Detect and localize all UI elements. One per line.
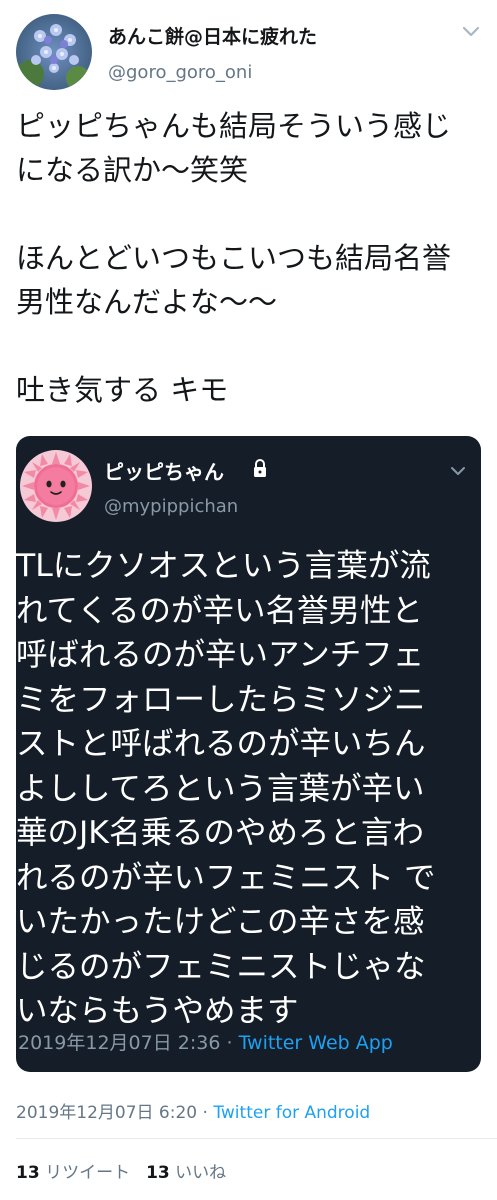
chevron-down-icon[interactable] bbox=[450, 466, 466, 476]
tweet-text-line: 吐き気する キモ bbox=[16, 373, 229, 407]
quoted-timestamp[interactable]: 2019年12月07日 2:36 bbox=[18, 1032, 220, 1054]
tweet-text-blank bbox=[16, 192, 486, 236]
tweet-text-line: ほんとどいつもこいつも結局名誉 bbox=[16, 241, 452, 275]
retweets-stat[interactable]: 13 リツイート bbox=[16, 1163, 130, 1183]
tweet-text: ピッピちゃんも結局そういう感じ になる訳か〜笑笑 ほんとどいつもこいつも結局名誉… bbox=[16, 104, 486, 412]
likes-stat[interactable]: 13 いいね bbox=[146, 1163, 226, 1183]
tweet-source-link[interactable]: Twitter for Android bbox=[213, 1103, 370, 1123]
pink-sun-face-icon bbox=[20, 450, 92, 522]
divider bbox=[16, 1138, 497, 1139]
quoted-meta-separator: · bbox=[226, 1032, 233, 1054]
quoted-text-line: じるのがフェミニストじゃな bbox=[16, 948, 426, 985]
quoted-text-line: れるのが辛いフェミニスト で bbox=[16, 859, 436, 896]
lock-icon bbox=[254, 459, 266, 477]
quoted-author-display-name[interactable]: ピッピちゃん bbox=[104, 456, 224, 485]
tweet-text-line: 男性なんだよな〜〜 bbox=[16, 285, 278, 319]
quoted-tweet-meta: 2019年12月07日 2:36 · Twitter Web App bbox=[18, 1028, 393, 1055]
quoted-text-line: よししてろという言葉が辛い bbox=[16, 770, 425, 807]
quoted-text-line: ミをフォローしたらミソジニ bbox=[16, 681, 426, 718]
quoted-tweet-text: TLにクソオスという言葉が流 れてくるのが辛い名誉男性と 呼ばれるのが辛いアンチ… bbox=[16, 544, 481, 1034]
likes-label: いいね bbox=[175, 1163, 227, 1183]
author-avatar[interactable] bbox=[16, 14, 92, 90]
quoted-tweet[interactable]: ピッピちゃん @mypippichan TLにクソオスという言葉が流 れてくるの… bbox=[16, 436, 481, 1072]
tweet: あんこ餅@日本に疲れた @goro_goro_oni ピッピちゃんも結局そういう… bbox=[0, 0, 497, 1200]
tweet-stats: 13 リツイート 13 いいね bbox=[16, 1158, 226, 1183]
meta-separator: · bbox=[202, 1103, 208, 1123]
chevron-down-icon[interactable] bbox=[462, 26, 480, 38]
tweet-text-blank bbox=[16, 324, 486, 368]
quoted-text-line: 華のJK名乗るのやめろと言わ bbox=[16, 815, 424, 851]
quoted-text-line: いたかったけどこの辛さを感 bbox=[16, 904, 425, 940]
quoted-source-link[interactable]: Twitter Web App bbox=[239, 1032, 393, 1054]
quoted-author-handle[interactable]: @mypippichan bbox=[104, 496, 238, 517]
quoted-text-line: TLにクソオスという言葉が流 bbox=[16, 548, 431, 584]
quoted-text-line: ストと呼ばれるのが辛いちん bbox=[16, 726, 426, 762]
hydrangea-avatar-icon bbox=[16, 14, 92, 90]
tweet-timestamp[interactable]: 2019年12月07日 6:20 bbox=[16, 1103, 197, 1123]
likes-count: 13 bbox=[146, 1163, 170, 1183]
quoted-author-avatar[interactable] bbox=[20, 450, 92, 522]
quoted-text-line: いならもうやめます bbox=[16, 993, 299, 1029]
tweet-text-line: ピッピちゃんも結局そういう感じ bbox=[16, 109, 452, 143]
quoted-text-line: れてくるのが辛い名誉男性と bbox=[16, 592, 423, 629]
author-handle[interactable]: @goro_goro_oni bbox=[108, 62, 252, 83]
tweet-text-line: になる訳か〜笑笑 bbox=[16, 153, 249, 187]
tweet-meta: 2019年12月07日 6:20 · Twitter for Android bbox=[16, 1098, 370, 1123]
quoted-text-line: 呼ばれるのが辛いアンチフェ bbox=[16, 637, 425, 673]
retweets-count: 13 bbox=[16, 1163, 40, 1183]
author-display-name[interactable]: あんこ餅@日本に疲れた bbox=[108, 22, 317, 49]
retweets-label: リツイート bbox=[45, 1163, 131, 1183]
